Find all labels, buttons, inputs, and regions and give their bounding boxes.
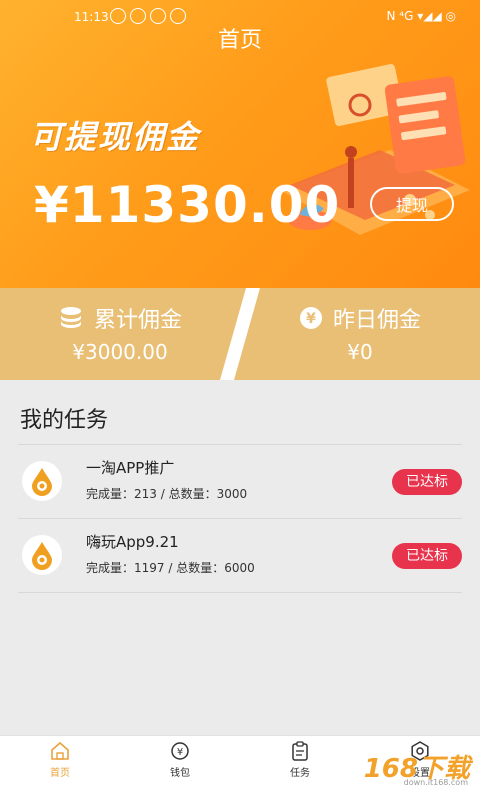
task-status-badge: 已达标 [392,469,462,495]
status-right-icons: N ⁴G ▾◢◢ ◎ [386,9,456,23]
coins-icon [60,307,81,328]
cumulative-commission-label: 累计佣金 [93,308,182,333]
my-tasks-section: 我的任务 一淘APP推广 完成量：213 / 总数量：3000 已达标 嗨玩Ap… [0,380,480,736]
task-item[interactable]: 嗨玩App9.21 完成量：1197 / 总数量：6000 已达标 [18,518,462,593]
tab-home[interactable]: 首页 [30,740,90,779]
bottom-tab-bar: 首页 ¥ 钱包 任务 设置 168下载 down.it168.com [0,735,480,800]
task-name: 嗨玩App9.21 [86,533,179,551]
watermark-subtext: down.it168.com [403,778,468,787]
wallet-icon: ¥ [171,742,189,760]
withdraw-button[interactable]: 提现 [370,187,454,221]
tab-tasks[interactable]: 任务 [270,740,330,779]
tab-tasks-label: 任务 [290,768,310,779]
svg-text:¥: ¥ [177,747,183,758]
list-divider [18,592,462,594]
withdrawable-commission-title: 可提现佣金 [30,118,201,156]
home-icon [51,741,69,760]
yesterday-commission-label: 昨日佣金 [332,308,421,333]
hero-banner: 11:13 N ⁴G ▾◢◢ ◎ 首页 可提现佣金 ¥11330.00 提现 [0,0,480,288]
task-drop-icon [22,535,62,575]
yen-coin-icon: ¥ [299,307,322,329]
yesterday-commission: ¥ 昨日佣金 ¥0 [240,288,480,380]
task-drop-icon [22,461,62,501]
task-status-badge: 已达标 [392,543,462,569]
tab-wallet-label: 钱包 [170,768,190,779]
cumulative-commission-value: ¥3000.00 [72,340,168,364]
task-progress: 完成量：1197 / 总数量：6000 [86,561,255,575]
withdrawable-amount: ¥11330.00 [34,176,341,234]
yesterday-commission-value: ¥0 [347,340,373,364]
tab-wallet[interactable]: ¥ 钱包 [150,740,210,779]
page-title: 首页 [217,28,262,53]
my-tasks-title: 我的任务 [20,408,109,433]
cumulative-commission: 累计佣金 ¥3000.00 [0,288,240,380]
illustration-graphic [280,64,470,235]
task-name: 一淘APP推广 [86,459,175,477]
clipboard-icon [292,741,308,761]
task-progress: 完成量：213 / 总数量：3000 [86,487,248,501]
watermark: 168下载 down.it168.com [334,744,474,794]
task-item[interactable]: 一淘APP推广 完成量：213 / 总数量：3000 已达标 [18,444,462,519]
tab-home-label: 首页 [50,768,70,779]
svg-text:¥: ¥ [306,311,316,327]
commission-stats: 累计佣金 ¥3000.00 ¥ 昨日佣金 ¥0 [0,288,480,380]
